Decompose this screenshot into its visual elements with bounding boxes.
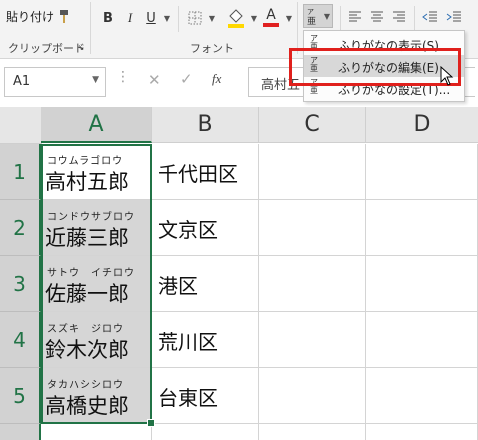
column-header-c[interactable]: C xyxy=(259,107,366,143)
cell-a6[interactable] xyxy=(41,424,152,440)
font-color-dropdown-icon[interactable]: ▼ xyxy=(284,10,294,26)
furigana: スズキ ジロウ xyxy=(47,324,124,335)
cell-a4[interactable]: スズキ ジロウ 鈴木次郎 xyxy=(41,312,152,368)
formula-value: 高村五 xyxy=(261,78,301,93)
italic-button[interactable]: I xyxy=(120,8,140,28)
ward-text: 港区 xyxy=(158,274,198,298)
cell-a3[interactable]: サトウ イチロウ 佐藤一郎 xyxy=(41,256,152,312)
font-color-swatch xyxy=(263,23,279,27)
row-header-1[interactable]: 1 xyxy=(0,144,41,200)
ward-text: 台東区 xyxy=(158,386,218,410)
cell-b3[interactable]: 港区 xyxy=(152,256,259,312)
cell-c5[interactable] xyxy=(259,368,366,424)
phonetic-edit-icon: ア亜 xyxy=(310,56,318,73)
decrease-indent-icon[interactable] xyxy=(420,8,440,26)
select-all-corner[interactable] xyxy=(0,107,42,144)
border-icon[interactable] xyxy=(186,8,204,28)
cell-b6[interactable] xyxy=(152,424,259,440)
name-text: 鈴木次郎 xyxy=(45,338,129,362)
group-divider xyxy=(90,2,91,54)
name-text: 佐藤一郎 xyxy=(45,282,129,306)
cell-d3[interactable] xyxy=(366,256,478,312)
phonetic-dropdown-icon: ▼ xyxy=(323,11,331,21)
cell-c1[interactable] xyxy=(259,144,366,200)
increase-indent-icon[interactable] xyxy=(444,8,464,26)
cell-c6[interactable] xyxy=(259,424,366,440)
row-header-3[interactable]: 3 xyxy=(0,256,41,312)
cell-d1[interactable] xyxy=(366,144,478,200)
name-box-dropdown-icon[interactable]: ▼ xyxy=(92,75,99,85)
align-center-icon[interactable] xyxy=(368,8,386,26)
row-header-5[interactable]: 5 xyxy=(0,368,41,424)
cell-d2[interactable] xyxy=(366,200,478,256)
align-right-icon[interactable] xyxy=(390,8,408,26)
row-header-6[interactable] xyxy=(0,424,41,440)
cell-a5[interactable]: タカハシシロウ 高橋史郎 xyxy=(41,368,152,424)
cell-a2[interactable]: コンドウサブロウ 近藤三郎 xyxy=(41,200,152,256)
row-header-2[interactable]: 2 xyxy=(0,200,41,256)
font-color-letter: A xyxy=(266,7,276,23)
group-divider xyxy=(297,2,298,54)
font-color-icon[interactable]: A xyxy=(262,4,280,30)
mouse-cursor-icon xyxy=(440,65,454,90)
name-text: 高橋史郎 xyxy=(45,394,129,418)
svg-text:ア: ア xyxy=(307,8,314,16)
underline-button[interactable]: U xyxy=(142,8,160,28)
border-dropdown-icon[interactable]: ▼ xyxy=(207,10,217,26)
clipboard-group-label: クリップボード xyxy=(8,42,85,55)
underline-dropdown-icon[interactable]: ▼ xyxy=(162,10,172,26)
ward-text: 千代田区 xyxy=(158,162,238,186)
menu-item-label: ふりがなの表示(S) xyxy=(338,39,439,53)
furigana: コンドウサブロウ xyxy=(47,212,135,223)
menu-item-label: ふりがなの設定(T)... xyxy=(338,83,451,97)
furigana: コウムラゴロウ xyxy=(47,156,124,167)
enter-icon[interactable]: ✓ xyxy=(180,70,193,88)
cell-c3[interactable] xyxy=(259,256,366,312)
fill-color-icon[interactable] xyxy=(226,6,246,30)
cell-b4[interactable]: 荒川区 xyxy=(152,312,259,368)
menu-item-label: ふりがなの編集(E) xyxy=(338,61,439,75)
ward-text: 荒川区 xyxy=(158,330,218,354)
row-header-4[interactable]: 4 xyxy=(0,312,41,368)
phonetic-show-icon: ア亜 xyxy=(310,34,318,51)
fill-handle[interactable] xyxy=(147,419,155,427)
name-text: 近藤三郎 xyxy=(45,226,129,250)
name-box[interactable]: A1 ▼ xyxy=(4,67,106,97)
cell-a1[interactable]: コウムラゴロウ 高村五郎 xyxy=(41,144,152,200)
fill-color-dropdown-icon[interactable]: ▼ xyxy=(249,10,259,26)
cancel-icon[interactable]: ✕ xyxy=(148,71,161,89)
cell-d6[interactable] xyxy=(366,424,478,440)
phonetic-guide-button[interactable]: ア亜 ▼ xyxy=(303,4,333,28)
furigana: タカハシシロウ xyxy=(47,380,124,391)
paste-button[interactable]: 貼り付け xyxy=(6,8,54,25)
cell-b5[interactable]: 台東区 xyxy=(152,368,259,424)
column-header-b[interactable]: B xyxy=(152,107,259,143)
cell-c4[interactable] xyxy=(259,312,366,368)
svg-text:亜: 亜 xyxy=(307,16,316,25)
furigana: サトウ イチロウ xyxy=(47,268,135,279)
cell-c2[interactable] xyxy=(259,200,366,256)
insert-function-icon[interactable]: fx xyxy=(212,71,221,87)
dialog-launcher-icon[interactable]: ↘ xyxy=(76,42,86,52)
cell-b1[interactable]: 千代田区 xyxy=(152,144,259,200)
cell-d5[interactable] xyxy=(366,368,478,424)
font-group-label: フォント xyxy=(190,42,234,55)
menu-item-show-phonetic[interactable]: ア亜 ふりがなの表示(S) xyxy=(304,33,464,55)
name-box-value: A1 xyxy=(13,74,31,89)
name-text: 高村五郎 xyxy=(45,170,129,194)
paintbrush-icon[interactable] xyxy=(56,8,72,26)
divider xyxy=(340,6,341,32)
bold-button[interactable]: B xyxy=(98,8,118,28)
align-left-icon[interactable] xyxy=(346,8,364,26)
phonetic-settings-icon: ア亜 xyxy=(310,78,318,95)
formula-buttons: ⋮ ✕ ✓ fx xyxy=(108,67,238,95)
more-icon: ⋮ xyxy=(116,69,130,85)
divider xyxy=(178,6,179,32)
column-header-d[interactable]: D xyxy=(366,107,478,143)
ward-text: 文京区 xyxy=(158,218,218,242)
column-header-a[interactable]: A xyxy=(41,107,152,143)
divider xyxy=(414,6,415,32)
cell-d4[interactable] xyxy=(366,312,478,368)
cell-b2[interactable]: 文京区 xyxy=(152,200,259,256)
